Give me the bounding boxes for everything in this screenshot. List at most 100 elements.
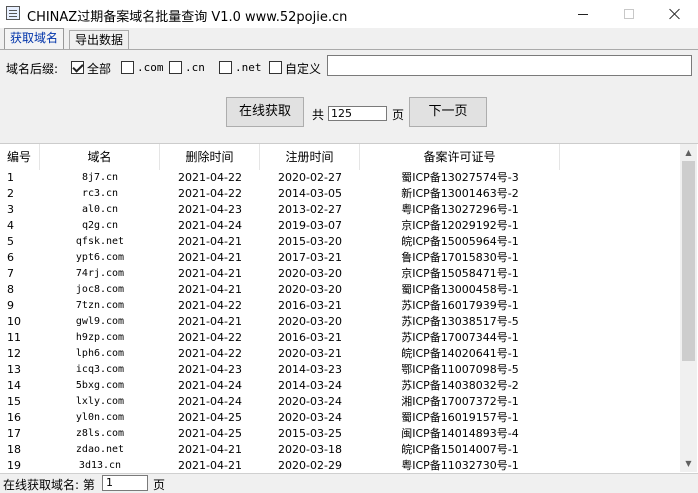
checkbox-custom[interactable] — [269, 61, 282, 74]
cell-register-time: 2013-02-27 — [278, 203, 342, 216]
table-row[interactable]: 2 rc3.cn 2021-04-22 2014-03-05 新ICP备13001463… — [0, 186, 680, 202]
table-row[interactable]: 1 8j7.cn 2021-04-22 2020-02-27 蜀ICP备13027574… — [0, 170, 680, 186]
cell-register-time: 2015-03-20 — [278, 235, 342, 248]
table-row[interactable]: 3 al0.cn 2021-04-23 2013-02-27 粤ICP备13027296… — [0, 202, 680, 218]
cell-register-time: 2020-03-20 — [278, 315, 342, 328]
cell-register-time: 2014-03-05 — [278, 187, 342, 200]
header-icp-license[interactable]: 备案许可证号 — [360, 144, 560, 170]
cell-register-time: 2020-03-20 — [278, 267, 342, 280]
total-pages-field[interactable]: 125 — [328, 106, 387, 121]
cell-register-time: 2020-03-20 — [278, 283, 342, 296]
checkbox-cn-label: .cn — [185, 61, 205, 74]
cell-index: 12 — [7, 347, 21, 360]
table-row[interactable]: 15 lxly.com 2021-04-24 2020-03-24 湘ICP备17007… — [0, 394, 680, 410]
close-button[interactable] — [652, 0, 698, 28]
checkbox-cn[interactable] — [169, 61, 182, 74]
cell-domain: gwl9.com — [75, 316, 125, 327]
cell-index: 19 — [7, 459, 21, 472]
page-unit-label: 页 — [392, 108, 405, 122]
table-row[interactable]: 12 lph6.com 2021-04-22 2020-03-21 皖ICP备14020… — [0, 346, 680, 362]
cell-delete-time: 2021-04-22 — [178, 347, 242, 360]
tab-divider — [0, 49, 698, 50]
cell-delete-time: 2021-04-22 — [178, 187, 242, 200]
cell-domain: qfsk.net — [75, 236, 125, 247]
cell-delete-time: 2021-04-23 — [178, 203, 242, 216]
cell-delete-time: 2021-04-21 — [178, 235, 242, 248]
checkbox-com-label: .com — [137, 61, 164, 74]
cell-index: 8 — [7, 283, 14, 296]
checkbox-net-label: .net — [235, 61, 262, 74]
cell-domain: 3d13.cn — [78, 460, 122, 471]
vertical-scrollbar[interactable]: ▲ ▼ — [680, 144, 697, 472]
header-delete-time[interactable]: 删除时间 — [160, 144, 260, 170]
domain-table[interactable]: 编号 域名 删除时间 注册时间 备案许可证号 1 8j7.cn 2021-04-22… — [0, 143, 698, 473]
scroll-up-icon[interactable]: ▲ — [680, 144, 697, 161]
cell-delete-time: 2021-04-23 — [178, 363, 242, 376]
table-row[interactable]: 18 zdao.net 2021-04-21 2020-03-18 皖ICP备15014… — [0, 442, 680, 458]
cell-domain: ypt6.com — [75, 252, 125, 263]
total-prefix-label: 共 — [312, 108, 325, 122]
cell-index: 18 — [7, 443, 21, 456]
cell-register-time: 2020-03-18 — [278, 443, 342, 456]
table-row[interactable]: 6 ypt6.com 2021-04-21 2017-03-21 鲁ICP备170158… — [0, 250, 680, 266]
checkbox-com[interactable] — [121, 61, 134, 74]
maximize-button[interactable] — [606, 0, 652, 28]
table-row[interactable]: 5 qfsk.net 2021-04-21 2015-03-20 皖ICP备150059… — [0, 234, 680, 250]
minimize-button[interactable] — [560, 0, 606, 28]
cell-index: 3 — [7, 203, 14, 216]
cell-delete-time: 2021-04-21 — [178, 283, 242, 296]
cell-domain: zdao.net — [75, 444, 125, 455]
scroll-down-icon[interactable]: ▼ — [680, 455, 697, 472]
cell-domain: 8j7.cn — [81, 172, 119, 183]
scroll-thumb[interactable] — [682, 161, 695, 361]
close-icon — [669, 8, 681, 20]
minimize-icon — [578, 14, 588, 15]
table-row[interactable]: 9 7tzn.com 2021-04-22 2016-03-21 苏ICP备160179… — [0, 298, 680, 314]
table-row[interactable]: 13 icq3.com 2021-04-23 2014-03-23 鄂ICP备11007… — [0, 362, 680, 378]
cell-icp-license: 粤ICP备11032730号-1 — [401, 459, 519, 472]
checkbox-net[interactable] — [219, 61, 232, 74]
cell-icp-license: 皖ICP备14020641号-1 — [401, 347, 519, 360]
table-row[interactable]: 8 joc8.com 2021-04-21 2020-03-20 蜀ICP备130004… — [0, 282, 680, 298]
table-header: 编号 域名 删除时间 注册时间 备案许可证号 — [0, 144, 680, 170]
cell-icp-license: 皖ICP备15014007号-1 — [401, 443, 519, 456]
cell-index: 9 — [7, 299, 14, 312]
table-row[interactable]: 11 h9zp.com 2021-04-22 2016-03-21 苏ICP备17007… — [0, 330, 680, 346]
tab-fetch-domains[interactable]: 获取域名 — [4, 28, 65, 50]
cell-delete-time: 2021-04-21 — [178, 459, 242, 472]
cell-index: 2 — [7, 187, 14, 200]
table-row[interactable]: 19 3d13.cn 2021-04-21 2020-02-29 粤ICP备110327… — [0, 458, 680, 473]
table-row[interactable]: 17 z8ls.com 2021-04-25 2015-03-25 闽ICP备14014… — [0, 426, 680, 442]
header-domain[interactable]: 域名 — [40, 144, 160, 170]
cell-register-time: 2016-03-21 — [278, 331, 342, 344]
header-index[interactable]: 编号 — [0, 144, 40, 170]
fetch-online-button[interactable]: 在线获取 — [226, 97, 304, 127]
table-row[interactable]: 4 q2g.cn 2021-04-24 2019-03-07 京ICP备12029192… — [0, 218, 680, 234]
cell-domain: lph6.com — [75, 348, 125, 359]
cell-index: 16 — [7, 411, 21, 424]
cell-delete-time: 2021-04-21 — [178, 315, 242, 328]
cell-icp-license: 京ICP备12029192号-1 — [401, 219, 519, 232]
checkbox-all[interactable] — [71, 61, 84, 74]
next-page-button[interactable]: 下一页 — [409, 97, 487, 127]
table-row[interactable]: 14 5bxg.com 2021-04-24 2014-03-24 苏ICP备14038… — [0, 378, 680, 394]
cell-domain: rc3.cn — [81, 188, 119, 199]
cell-domain: lxly.com — [75, 396, 125, 407]
cell-delete-time: 2021-04-24 — [178, 395, 242, 408]
custom-suffix-input[interactable] — [327, 55, 692, 76]
cell-register-time: 2020-03-24 — [278, 411, 342, 424]
table-row[interactable]: 7 74rj.com 2021-04-21 2020-03-20 京ICP备150584… — [0, 266, 680, 282]
cell-delete-time: 2021-04-25 — [178, 411, 242, 424]
cell-delete-time: 2021-04-21 — [178, 267, 242, 280]
table-row[interactable]: 10 gwl9.com 2021-04-21 2020-03-20 苏ICP备13038… — [0, 314, 680, 330]
table-row[interactable]: 16 yl0n.com 2021-04-25 2020-03-24 蜀ICP备16019… — [0, 410, 680, 426]
cell-delete-time: 2021-04-22 — [178, 299, 242, 312]
cell-register-time: 2020-03-21 — [278, 347, 342, 360]
status-page-field[interactable]: 1 — [102, 475, 148, 491]
cell-delete-time: 2021-04-21 — [178, 443, 242, 456]
tab-export-data[interactable]: 导出数据 — [69, 30, 130, 50]
cell-delete-time: 2021-04-25 — [178, 427, 242, 440]
cell-domain: z8ls.com — [75, 428, 125, 439]
header-register-time[interactable]: 注册时间 — [260, 144, 360, 170]
suffix-filter-row: 域名后缀: 全部 .com .cn .net 自定义 — [0, 55, 698, 79]
